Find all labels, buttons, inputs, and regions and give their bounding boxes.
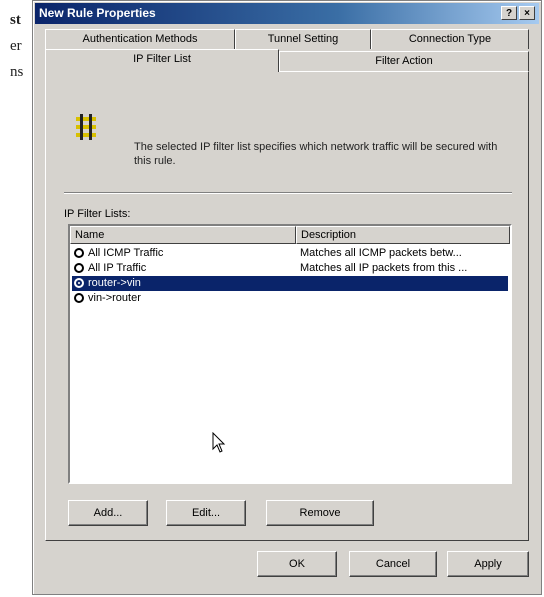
column-header-description[interactable]: Description	[296, 226, 510, 244]
tab-ip-filter-list[interactable]: IP Filter List	[45, 49, 279, 72]
filter-name: router->vin	[88, 277, 141, 289]
window-title: New Rule Properties	[39, 6, 156, 20]
radio-icon[interactable]	[74, 263, 84, 273]
tab-authentication-methods[interactable]: Authentication Methods	[45, 29, 235, 49]
background-text-3: ns	[10, 64, 24, 80]
background-text-2: er	[10, 38, 22, 54]
filter-name: vin->router	[88, 292, 141, 304]
list-item[interactable]: All IP Traffic Matches all IP packets fr…	[72, 261, 508, 276]
panel-description: The selected IP filter list specifies wh…	[134, 141, 498, 167]
list-item-selected[interactable]: router->vin	[72, 276, 508, 291]
radio-icon[interactable]	[74, 248, 84, 258]
background-text-1: st	[10, 12, 21, 28]
edit-button[interactable]: Edit...	[166, 500, 246, 526]
ip-filter-lists-label: IP Filter Lists:	[64, 208, 131, 220]
filter-description: Matches all IP packets from this ...	[300, 262, 468, 274]
tab-filter-action[interactable]: Filter Action	[279, 51, 529, 71]
new-rule-properties-dialog: New Rule Properties ? × Authentication M…	[32, 0, 542, 595]
close-button[interactable]: ×	[519, 6, 535, 20]
ip-filter-icon	[76, 114, 96, 140]
apply-button[interactable]: Apply	[447, 551, 529, 577]
radio-icon[interactable]	[74, 293, 84, 303]
mouse-pointer-icon	[212, 432, 226, 453]
add-button[interactable]: Add...	[68, 500, 148, 526]
radio-selected-icon[interactable]	[74, 278, 84, 288]
column-header-name[interactable]: Name	[70, 226, 296, 244]
separator	[64, 192, 512, 194]
list-item[interactable]: vin->router	[72, 291, 508, 306]
cancel-button[interactable]: Cancel	[349, 551, 437, 577]
ip-filter-list-panel: The selected IP filter list specifies wh…	[45, 71, 529, 541]
tab-connection-type[interactable]: Connection Type	[371, 29, 529, 49]
title-bar[interactable]: New Rule Properties ? ×	[35, 3, 539, 24]
tab-tunnel-setting[interactable]: Tunnel Setting	[235, 29, 371, 49]
help-button[interactable]: ?	[501, 6, 517, 20]
ok-button[interactable]: OK	[257, 551, 337, 577]
filter-name: All IP Traffic	[88, 262, 147, 274]
filter-name: All ICMP Traffic	[88, 247, 164, 259]
filter-description: Matches all ICMP packets betw...	[300, 247, 462, 259]
list-item[interactable]: All ICMP Traffic Matches all ICMP packet…	[72, 246, 508, 261]
ip-filter-list[interactable]: Name Description All ICMP Traffic Matche…	[68, 224, 512, 484]
remove-button[interactable]: Remove	[266, 500, 374, 526]
